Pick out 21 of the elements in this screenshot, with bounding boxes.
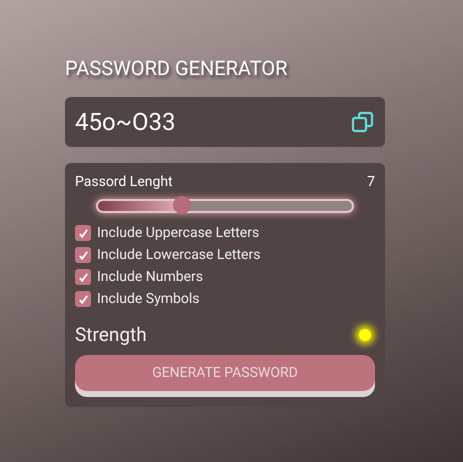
option-label: Include Numbers [97, 269, 204, 285]
length-label: Passord Lenght [75, 173, 173, 191]
checkbox[interactable] [75, 247, 91, 263]
strength-label: Strength [75, 323, 147, 347]
checkbox[interactable] [75, 291, 91, 307]
checkmark-icon [78, 294, 88, 304]
length-slider[interactable] [96, 199, 354, 213]
copy-icon[interactable] [351, 110, 375, 134]
app-title: PASSWORD GENERATOR [65, 55, 288, 81]
option-label: Include Symbols [97, 291, 200, 307]
option-label: Include Lowercase Letters [97, 247, 260, 263]
password-text: 45o~O33 [75, 107, 176, 138]
generate-button[interactable]: GENERATE PASSWORD [75, 355, 375, 391]
checkbox[interactable] [75, 225, 91, 241]
checkbox[interactable] [75, 269, 91, 285]
length-value: 7 [367, 173, 375, 191]
checkmark-icon [78, 272, 88, 282]
slider-thumb[interactable] [172, 196, 191, 214]
checkmark-icon [78, 250, 88, 260]
checkmark-icon [78, 228, 88, 238]
option-label: Include Uppercase Letters [97, 225, 260, 241]
